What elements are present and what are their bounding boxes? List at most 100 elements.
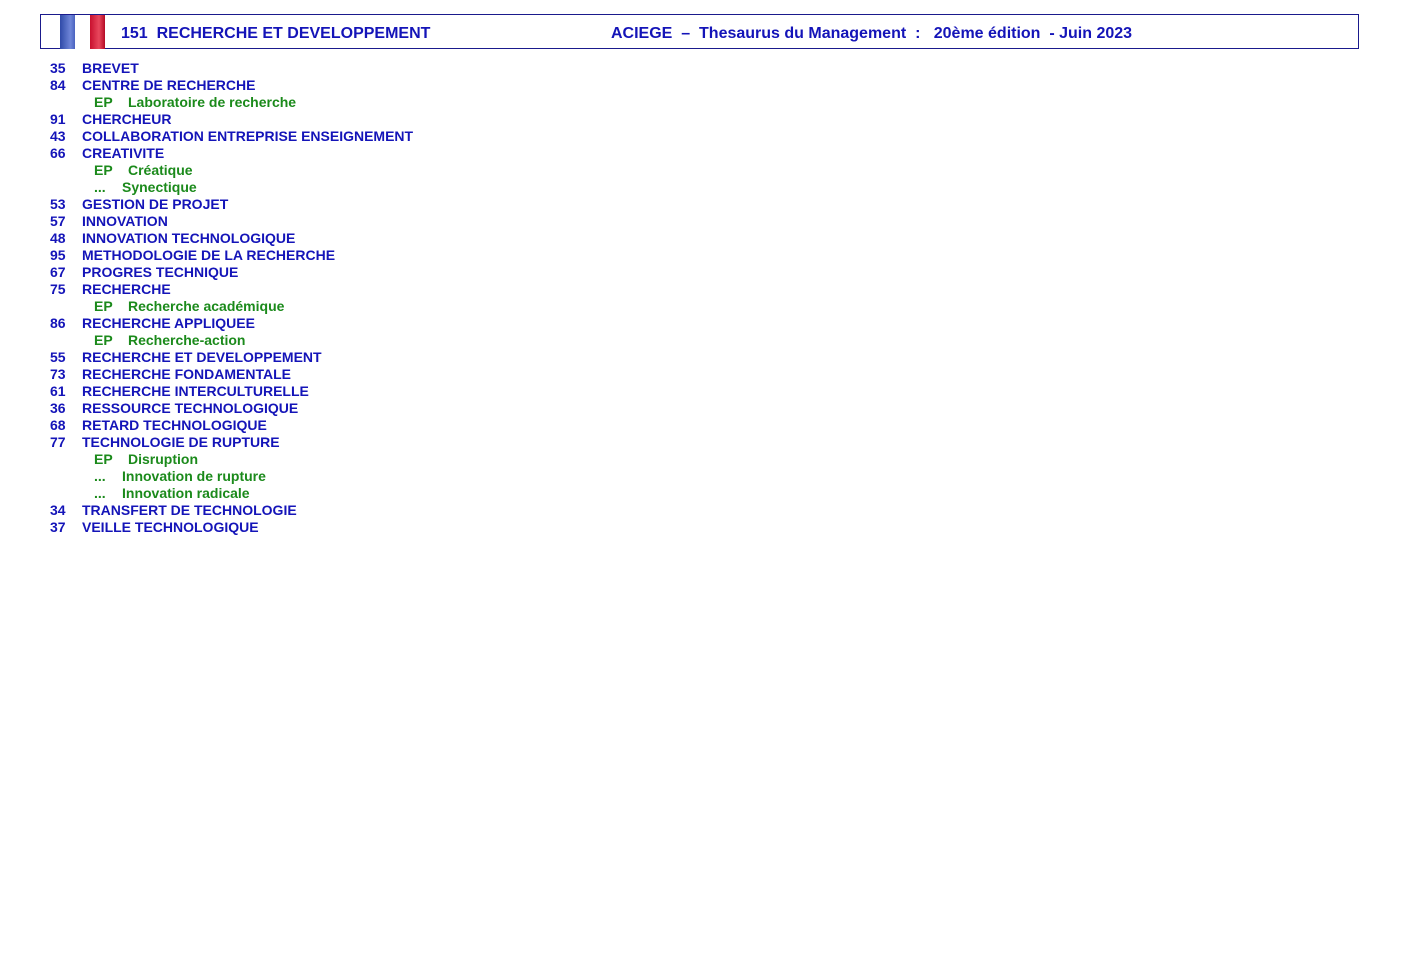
edition-date: - Juin 2023 — [1049, 25, 1133, 42]
descriptor-entry: 91 CHERCHEUR — [50, 111, 413, 128]
french-flag-icon — [60, 15, 105, 49]
descriptor-number: 68 — [50, 417, 66, 433]
org-name: ACIEGE — [611, 25, 673, 42]
descriptor-label: RESSOURCE TECHNOLOGIQUE — [82, 400, 299, 416]
descriptor-number: 35 — [50, 60, 66, 76]
descriptor-number: 77 — [50, 434, 66, 450]
descriptor-entry: 75 RECHERCHE — [50, 281, 413, 298]
descriptor-label: CHERCHEUR — [82, 111, 172, 127]
descriptor-label: INNOVATION — [82, 213, 168, 229]
flag-red-band — [90, 15, 105, 49]
related-entry: ... Synectique — [50, 179, 413, 196]
descriptor-entry: 53 GESTION DE PROJET — [50, 196, 413, 213]
ep-tag: EP — [94, 451, 113, 467]
descriptor-number: 36 — [50, 400, 66, 416]
publication-name: Thesaurus du Management — [699, 25, 907, 42]
descriptor-entry: 34 TRANSFERT DE TECHNOLOGIE — [50, 502, 413, 519]
related-entry: ... Innovation radicale — [50, 485, 413, 502]
descriptor-entry: 57 INNOVATION — [50, 213, 413, 230]
descriptor-label: COLLABORATION ENTREPRISE ENSEIGNEMENT — [82, 128, 414, 144]
descriptor-label: RETARD TECHNOLOGIQUE — [82, 417, 267, 433]
synonym-label: Innovation de rupture — [122, 468, 266, 484]
descriptor-entry: 35 BREVET — [50, 60, 413, 77]
synonym-entry: EP Créatique — [50, 162, 413, 179]
descriptor-number: 43 — [50, 128, 66, 144]
ep-tag: EP — [94, 94, 113, 110]
ep-tag: EP — [94, 332, 113, 348]
edition: 20ème édition — [933, 25, 1041, 42]
descriptor-number: 95 — [50, 247, 66, 263]
descriptor-number: 67 — [50, 264, 66, 280]
term-list: 35 BREVET 84 CENTRE DE RECHERCHE EP Laboratoi… — [50, 60, 413, 536]
descriptor-label: RECHERCHE FONDAMENTALE — [82, 366, 291, 382]
descriptor-number: 34 — [50, 502, 66, 518]
descriptor-entry: 95 METHODOLOGIE DE LA RECHERCHE — [50, 247, 413, 264]
synonym-entry: EP Recherche-action — [50, 332, 413, 349]
descriptor-label: BREVET — [82, 60, 139, 76]
descriptor-number: 48 — [50, 230, 66, 246]
header-colon: : — [915, 25, 921, 42]
ellipsis-tag: ... — [94, 485, 106, 501]
descriptor-entry: 68 RETARD TECHNOLOGIQUE — [50, 417, 413, 434]
descriptor-entry: 48 INNOVATION TECHNOLOGIQUE — [50, 230, 413, 247]
descriptor-label: INNOVATION TECHNOLOGIQUE — [82, 230, 296, 246]
synonym-label: Recherche académique — [128, 298, 285, 314]
descriptor-label: TECHNOLOGIE DE RUPTURE — [82, 434, 280, 450]
page-header: 151 RECHERCHE ET DEVELOPPEMENT ACIEGE – … — [40, 14, 1359, 49]
descriptor-number: 55 — [50, 349, 66, 365]
descriptor-number: 37 — [50, 519, 66, 535]
descriptor-label: CENTRE DE RECHERCHE — [82, 77, 256, 93]
ep-tag: EP — [94, 162, 113, 178]
descriptor-entry: 67 PROGRES TECHNIQUE — [50, 264, 413, 281]
flag-blue-band — [60, 15, 75, 49]
header-dash: – — [681, 25, 691, 42]
descriptor-label: RECHERCHE APPLIQUEE — [82, 315, 255, 331]
descriptor-label: VEILLE TECHNOLOGIQUE — [82, 519, 259, 535]
ellipsis-tag: ... — [94, 468, 106, 484]
synonym-label: Innovation radicale — [122, 485, 250, 501]
descriptor-entry: 86 RECHERCHE APPLIQUEE — [50, 315, 413, 332]
descriptor-label: PROGRES TECHNIQUE — [82, 264, 239, 280]
descriptor-entry: 43 COLLABORATION ENTREPRISE ENSEIGNEMENT — [50, 128, 413, 145]
descriptor-label: METHODOLOGIE DE LA RECHERCHE — [82, 247, 336, 263]
descriptor-entry: 55 RECHERCHE ET DEVELOPPEMENT — [50, 349, 413, 366]
synonym-label: Laboratoire de recherche — [128, 94, 297, 110]
descriptor-entry: 73 RECHERCHE FONDAMENTALE — [50, 366, 413, 383]
ellipsis-tag: ... — [94, 179, 106, 195]
descriptor-number: 66 — [50, 145, 66, 161]
descriptor-number: 86 — [50, 315, 66, 331]
section-code: 151 — [121, 25, 148, 42]
descriptor-number: 84 — [50, 77, 66, 93]
descriptor-entry: 37 VEILLE TECHNOLOGIQUE — [50, 519, 413, 536]
flag-white-band — [75, 15, 90, 49]
descriptor-entry: 36 RESSOURCE TECHNOLOGIQUE — [50, 400, 413, 417]
descriptor-number: 91 — [50, 111, 66, 127]
synonym-label: Créatique — [128, 162, 193, 178]
synonym-label: Recherche-action — [128, 332, 246, 348]
descriptor-entry: 77 TECHNOLOGIE DE RUPTURE — [50, 434, 413, 451]
descriptor-label: RECHERCHE ET DEVELOPPEMENT — [82, 349, 322, 365]
publication-info: ACIEGE – Thesaurus du Management : 20ème… — [611, 25, 1132, 43]
section-title: RECHERCHE ET DEVELOPPEMENT — [156, 25, 431, 42]
descriptor-entry: 66 CREATIVITE — [50, 145, 413, 162]
section-heading: 151 RECHERCHE ET DEVELOPPEMENT — [121, 25, 430, 43]
descriptor-entry: 84 CENTRE DE RECHERCHE — [50, 77, 413, 94]
synonym-entry: EP Recherche académique — [50, 298, 413, 315]
descriptor-label: GESTION DE PROJET — [82, 196, 229, 212]
related-entry: ... Innovation de rupture — [50, 468, 413, 485]
descriptor-number: 53 — [50, 196, 66, 212]
descriptor-entry: 61 RECHERCHE INTERCULTURELLE — [50, 383, 413, 400]
descriptor-label: RECHERCHE INTERCULTURELLE — [82, 383, 309, 399]
synonym-label: Synectique — [122, 179, 197, 195]
synonym-entry: EP Laboratoire de recherche — [50, 94, 413, 111]
synonym-entry: EP Disruption — [50, 451, 413, 468]
ep-tag: EP — [94, 298, 113, 314]
descriptor-number: 61 — [50, 383, 66, 399]
descriptor-label: CREATIVITE — [82, 145, 165, 161]
descriptor-number: 75 — [50, 281, 66, 297]
descriptor-label: RECHERCHE — [82, 281, 171, 297]
descriptor-label: TRANSFERT DE TECHNOLOGIE — [82, 502, 297, 518]
descriptor-number: 73 — [50, 366, 66, 382]
descriptor-number: 57 — [50, 213, 66, 229]
synonym-label: Disruption — [128, 451, 198, 467]
